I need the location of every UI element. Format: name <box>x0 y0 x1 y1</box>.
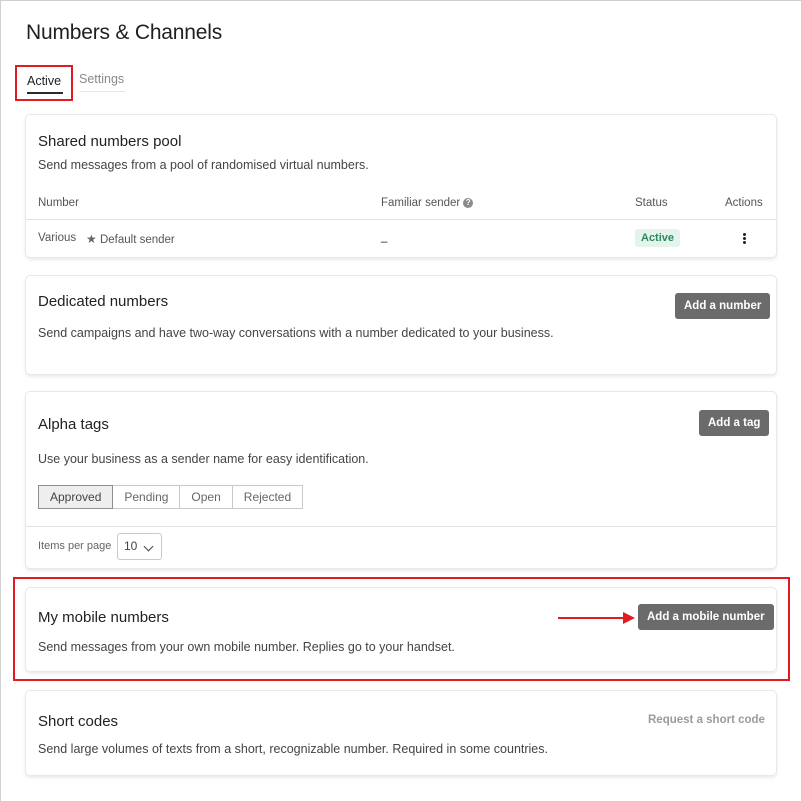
add-tag-button[interactable]: Add a tag <box>699 410 770 436</box>
familiar-sender-label: Familiar sender <box>381 197 461 209</box>
tab-active-label: Active <box>27 74 62 88</box>
dedicated-numbers-card: Dedicated numbers Send campaigns and hav… <box>26 276 776 374</box>
dedicated-description: Send campaigns and have two-way conversa… <box>38 326 554 340</box>
star-icon: ★ <box>86 232 97 246</box>
shared-pool-description: Send messages from a pool of randomised … <box>38 158 369 172</box>
tab-divider <box>79 91 125 92</box>
mobile-description: Send messages from your own mobile numbe… <box>38 640 455 654</box>
table-divider <box>26 219 776 220</box>
shared-pool-title: Shared numbers pool <box>38 133 182 150</box>
column-header-number: Number <box>38 197 79 209</box>
mobile-numbers-card: My mobile numbers Send messages from you… <box>26 588 776 671</box>
tab-settings[interactable]: Settings <box>79 72 124 86</box>
arrow-right-icon <box>623 612 635 624</box>
filter-pending[interactable]: Pending <box>112 485 181 509</box>
items-per-page-value: 10 <box>124 539 138 553</box>
row-number: Various <box>38 232 77 244</box>
filter-rejected[interactable]: Rejected <box>231 485 304 509</box>
add-number-button[interactable]: Add a number <box>675 293 771 319</box>
filter-approved[interactable]: Approved <box>38 485 114 509</box>
status-filter: Approved Pending Open Rejected <box>38 485 304 509</box>
more-actions-icon[interactable] <box>743 233 747 245</box>
items-per-page-label: Items per page <box>38 540 112 552</box>
default-sender-cell: ★ Default sender <box>86 232 175 246</box>
alpha-tags-card: Alpha tags Use your business as a sender… <box>26 392 776 568</box>
short-codes-description: Send large volumes of texts from a short… <box>38 742 548 756</box>
row-familiar-sender: _ <box>381 231 388 243</box>
column-header-familiar-sender: Familiar sender? <box>381 197 474 209</box>
chevron-down-icon <box>143 541 154 552</box>
tab-active[interactable]: Active <box>15 65 73 101</box>
shared-pool-card: Shared numbers pool Send messages from a… <box>26 115 776 257</box>
add-mobile-number-button[interactable]: Add a mobile number <box>638 604 774 630</box>
request-short-code-link[interactable]: Request a short code <box>648 714 765 726</box>
alpha-tags-description: Use your business as a sender name for e… <box>38 452 369 466</box>
items-per-page-select[interactable]: 10 <box>117 533 162 560</box>
mobile-title: My mobile numbers <box>38 609 169 626</box>
column-header-status: Status <box>635 197 668 209</box>
help-icon[interactable]: ? <box>463 197 474 208</box>
page-frame: Numbers & Channels Active Settings Share… <box>0 0 802 802</box>
short-codes-title: Short codes <box>38 713 119 730</box>
page-title: Numbers & Channels <box>26 21 222 44</box>
status-badge: Active <box>635 229 681 247</box>
arrow-line <box>558 617 626 619</box>
alpha-tags-title: Alpha tags <box>38 416 109 433</box>
short-codes-card: Short codes Send large volumes of texts … <box>26 691 776 775</box>
active-tab-indicator <box>27 92 63 94</box>
filter-open[interactable]: Open <box>179 485 233 509</box>
column-header-actions: Actions <box>725 197 763 209</box>
dedicated-title: Dedicated numbers <box>38 293 169 310</box>
section-divider <box>26 526 776 527</box>
default-sender-label: Default sender <box>99 234 175 246</box>
